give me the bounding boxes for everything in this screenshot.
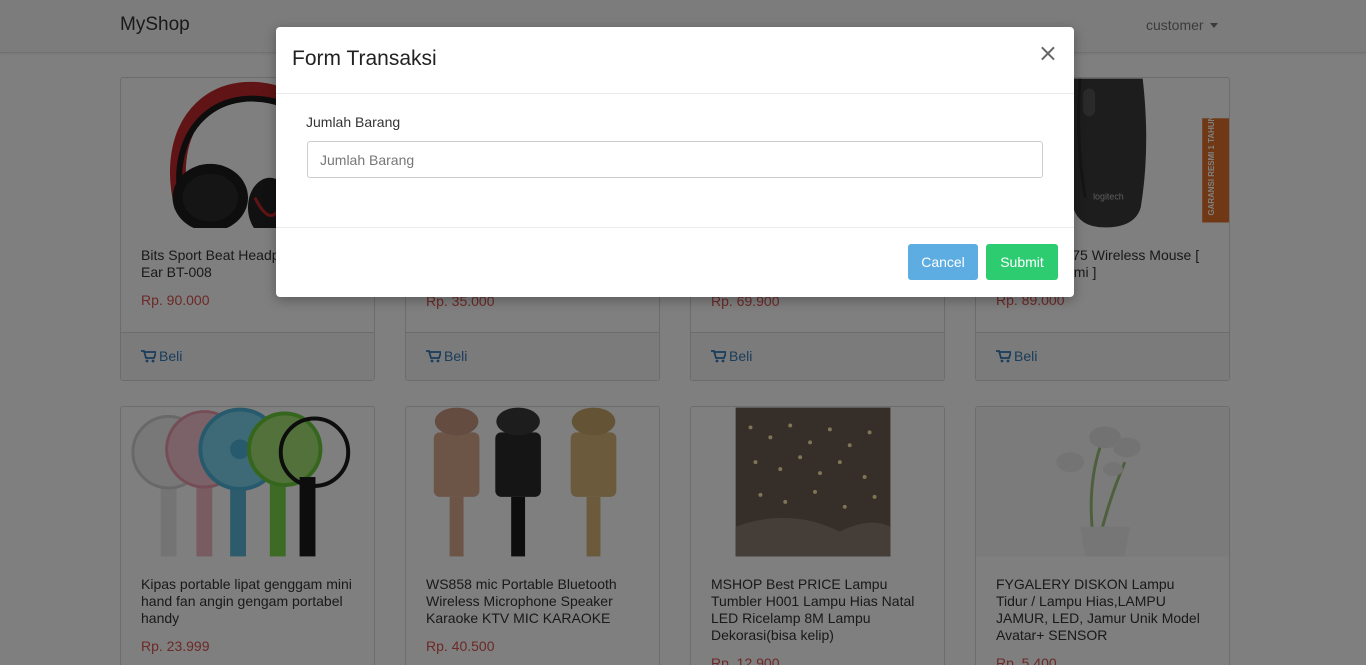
submit-button[interactable]: Submit <box>986 244 1058 280</box>
transaction-modal: Form Transaksi × Jumlah Barang Cancel Su… <box>276 27 1074 297</box>
close-button[interactable]: × <box>1038 41 1058 65</box>
modal-body: Jumlah Barang <box>276 94 1074 228</box>
quantity-input[interactable] <box>307 141 1043 178</box>
cancel-button[interactable]: Cancel <box>908 244 978 280</box>
quantity-label: Jumlah Barang <box>306 114 401 130</box>
modal-header: Form Transaksi × <box>276 27 1074 94</box>
modal-title: Form Transaksi <box>292 47 437 70</box>
